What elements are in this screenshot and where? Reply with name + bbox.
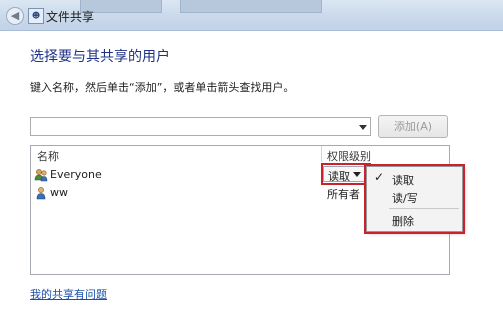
help-link[interactable]: 我的共享有问题 [30,286,107,302]
user-icon [36,187,46,200]
user-name-input[interactable] [31,118,359,134]
group-users-icon [34,169,48,182]
window-title: 文件共享 [46,10,95,24]
column-header-name[interactable]: 名称 [37,148,59,164]
highlight-box [364,164,465,234]
back-arrow-icon[interactable]: ◀ [6,7,24,25]
background-window-decoration [180,0,322,13]
page-title: 选择要与其共享的用户 [30,49,170,65]
add-button[interactable]: 添加(A) [378,115,448,138]
dropdown-arrow-icon[interactable] [359,125,367,130]
user-name-combobox[interactable] [30,117,371,136]
column-header-permission[interactable]: 权限级别 [327,148,371,164]
permission-value: 所有者 [327,188,360,201]
user-name: ww [50,186,68,199]
instruction-text: 键入名称，然后单击“添加”，或者单击箭头查找用户。 [30,81,295,94]
file-sharing-icon: ☻ [28,8,44,24]
user-name: Everyone [50,168,102,181]
window-titlebar: ◀ ☻ 文件共享 [0,0,503,31]
column-separator [321,146,322,162]
